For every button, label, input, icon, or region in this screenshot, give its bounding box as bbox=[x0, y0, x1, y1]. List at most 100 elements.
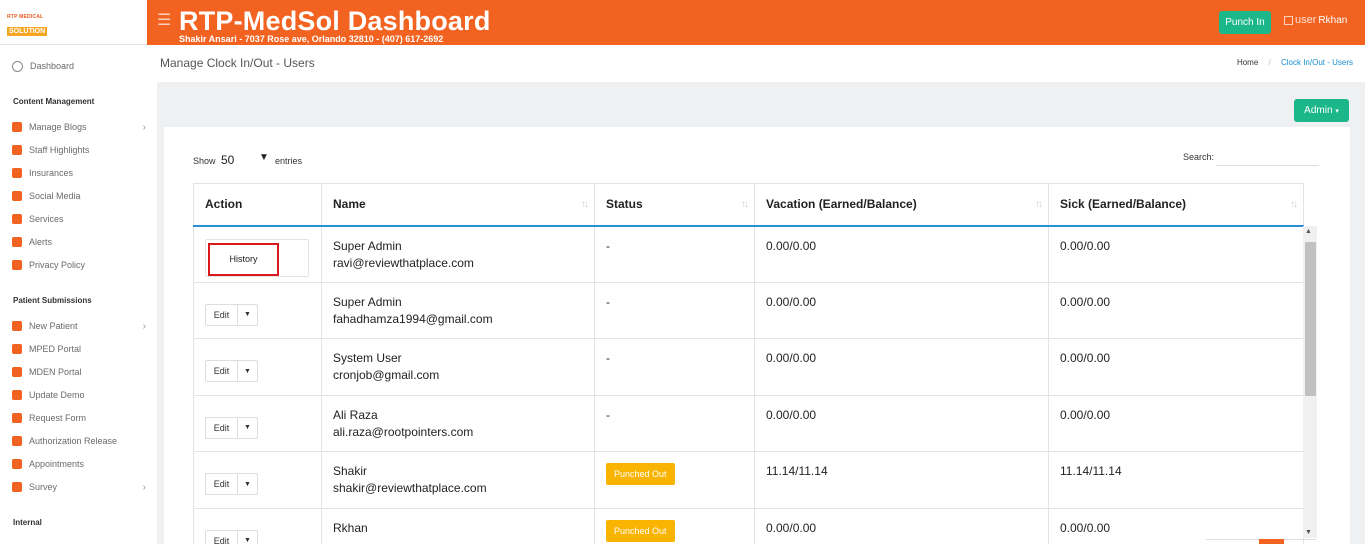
sidebar-item-alerts[interactable]: Alerts bbox=[12, 234, 152, 250]
name-cell: Ali Raza ali.raza@rootpointers.com bbox=[321, 394, 595, 452]
top-navbar: ☰ RTP-MedSol Dashboard Shakir Ansari - 7… bbox=[147, 0, 1365, 45]
vacation-cell: 0.00/0.00 bbox=[754, 394, 1049, 452]
table-header-row: Action Name ↑↓ Status ↑↓ Vacation (Earned/… bbox=[193, 183, 1304, 227]
breadcrumb-separator: / bbox=[1268, 58, 1271, 67]
column-header-status[interactable]: Status ↑↓ bbox=[594, 183, 755, 227]
sidebar-item-label: Request Form bbox=[29, 413, 87, 423]
edit-button[interactable]: Edit bbox=[205, 529, 238, 544]
column-header-sick[interactable]: Sick (Earned/Balance) ↑↓ bbox=[1048, 183, 1304, 227]
sidebar-item-social-media[interactable]: Social Media bbox=[12, 188, 152, 204]
caret-down-icon[interactable]: ▼ bbox=[238, 303, 258, 326]
sort-icon: ↑↓ bbox=[581, 199, 589, 210]
entries-select-value: 50 bbox=[221, 153, 235, 167]
logo[interactable]: RTP MEDICAL SOLUTION bbox=[7, 14, 51, 36]
sidebar-item-insurances[interactable]: Insurances bbox=[12, 165, 152, 181]
action-cell: Edit ▼ bbox=[193, 281, 322, 339]
scrollbar-thumb[interactable] bbox=[1305, 242, 1316, 396]
admin-dropdown-button[interactable]: Admin ▾ bbox=[1294, 99, 1349, 122]
name-cell: Shakir shakir@reviewthatplace.com bbox=[321, 451, 595, 509]
user-avatar-alt: user bbox=[1295, 14, 1317, 26]
edit-button[interactable]: Edit bbox=[205, 416, 238, 439]
user-name: Rkhan bbox=[333, 520, 368, 535]
sidebar-item-mped-portal[interactable]: MPED Portal bbox=[12, 341, 152, 357]
column-header-label: Sick (Earned/Balance) bbox=[1060, 197, 1187, 212]
sidebar-item-label: Dashboard bbox=[30, 61, 75, 71]
staff-icon bbox=[12, 145, 22, 155]
status-badge: Punched Out bbox=[606, 463, 675, 485]
chevron-right-icon: › bbox=[142, 320, 146, 332]
sidebar-item-manage-blogs[interactable]: Manage Blogs › bbox=[12, 119, 152, 135]
page-header: Manage Clock In/Out - Users Home / Clock… bbox=[157, 45, 1365, 82]
entries-label: entries bbox=[275, 156, 303, 166]
brand-area: RTP MEDICAL SOLUTION bbox=[0, 0, 147, 45]
caret-down-icon[interactable]: ▼ bbox=[238, 473, 258, 495]
sidebar-item-request-form[interactable]: Request Form bbox=[12, 410, 152, 426]
table-row: Edit ▼ System User cronjob@gmail.com - 0.0… bbox=[193, 338, 1304, 396]
column-header-vacation[interactable]: Vacation (Earned/Balance) ↑↓ bbox=[754, 183, 1049, 227]
history-button[interactable]: History bbox=[208, 242, 279, 276]
caret-down-icon[interactable]: ▼ bbox=[238, 360, 258, 382]
sidebar-item-update-demo[interactable]: Update Demo bbox=[12, 387, 152, 403]
hamburger-icon[interactable]: ☰ bbox=[157, 10, 171, 30]
app-title: RTP-MedSol Dashboard bbox=[179, 6, 491, 36]
name-cell: Rkhan bbox=[321, 507, 595, 544]
column-header-label: Action bbox=[205, 197, 243, 212]
chevron-down-icon: ▼ bbox=[259, 152, 269, 163]
pagination-active-page[interactable] bbox=[1259, 539, 1284, 544]
name-cell: Super Admin fahadhamza1994@gmail.com bbox=[321, 281, 595, 339]
user-name: Super Admin bbox=[333, 238, 402, 253]
user-name: Ali Raza bbox=[333, 407, 378, 422]
table-row: Edit ▼ Shakir shakir@reviewthatplace.com P… bbox=[193, 451, 1304, 509]
sidebar-section-content: Content Management bbox=[13, 97, 95, 106]
sidebar-item-dashboard[interactable]: Dashboard bbox=[12, 58, 152, 74]
punch-in-button[interactable]: Punch In bbox=[1219, 11, 1271, 34]
sick-cell: 0.00/0.00 bbox=[1048, 338, 1304, 396]
status-cell: Punched Out bbox=[594, 451, 755, 509]
caret-down-icon[interactable]: ▼ bbox=[238, 529, 258, 544]
logo-line1: RTP MEDICAL bbox=[7, 14, 44, 20]
action-dropdown-menu: History bbox=[205, 238, 309, 277]
sidebar-item-label: MDEN Portal bbox=[29, 367, 82, 377]
edit-button[interactable]: Edit bbox=[205, 303, 238, 326]
shield-icon bbox=[12, 260, 22, 270]
sidebar-item-label: MPED Portal bbox=[29, 344, 82, 354]
edit-button[interactable]: Edit bbox=[205, 360, 238, 382]
calendar-icon bbox=[12, 459, 22, 469]
sidebar-item-label: Authorization Release bbox=[29, 436, 118, 446]
sidebar-item-staff-highlights[interactable]: Staff Highlights bbox=[12, 142, 152, 158]
sick-cell: 11.14/11.14 bbox=[1048, 451, 1304, 509]
home-icon bbox=[12, 321, 22, 331]
search-input[interactable] bbox=[1216, 148, 1319, 166]
scroll-up-icon[interactable]: ▲ bbox=[1305, 228, 1312, 235]
entries-select[interactable]: 50 ▼ bbox=[221, 152, 271, 167]
sidebar-item-services[interactable]: Services bbox=[12, 211, 152, 227]
status-cell: - bbox=[594, 394, 755, 452]
caret-down-icon[interactable]: ▼ bbox=[238, 416, 258, 439]
user-email: ravi@reviewthatplace.com bbox=[333, 255, 474, 270]
status-cell: Punched Out bbox=[594, 507, 755, 544]
edit-button[interactable]: Edit bbox=[205, 473, 238, 495]
file-icon bbox=[12, 413, 22, 423]
user-menu[interactable]: user Rkhan bbox=[1284, 14, 1347, 26]
sidebar-item-privacy-policy[interactable]: Privacy Policy bbox=[12, 257, 152, 273]
dashboard-icon bbox=[12, 60, 23, 72]
vacation-cell: 11.14/11.14 bbox=[754, 451, 1049, 509]
card-icon bbox=[12, 390, 22, 400]
user-name: Rkhan bbox=[1318, 14, 1348, 26]
sidebar-item-mden-portal[interactable]: MDEN Portal bbox=[12, 364, 152, 380]
sidebar-item-survey[interactable]: Survey › bbox=[12, 479, 152, 495]
action-cell: Edit ▼ bbox=[193, 507, 322, 544]
column-header-name[interactable]: Name ↑↓ bbox=[321, 183, 595, 227]
sidebar-item-authorization-release[interactable]: Authorization Release bbox=[12, 433, 152, 449]
sidebar-item-new-patient[interactable]: New Patient › bbox=[12, 318, 152, 334]
sort-icon: ↑↓ bbox=[741, 199, 749, 210]
sidebar-section-internal: Internal bbox=[13, 518, 42, 527]
column-header-label: Vacation (Earned/Balance) bbox=[766, 197, 917, 212]
user-email: cronjob@gmail.com bbox=[333, 368, 440, 382]
breadcrumb-home[interactable]: Home bbox=[1237, 58, 1258, 67]
table-scrollbar[interactable]: ▲ ▼ bbox=[1303, 226, 1317, 538]
scroll-down-icon[interactable]: ▼ bbox=[1305, 529, 1312, 536]
breadcrumb-current[interactable]: Clock In/Out - Users bbox=[1281, 58, 1353, 67]
sidebar-item-appointments[interactable]: Appointments bbox=[12, 456, 152, 472]
sidebar-item-label: Manage Blogs bbox=[29, 122, 87, 132]
